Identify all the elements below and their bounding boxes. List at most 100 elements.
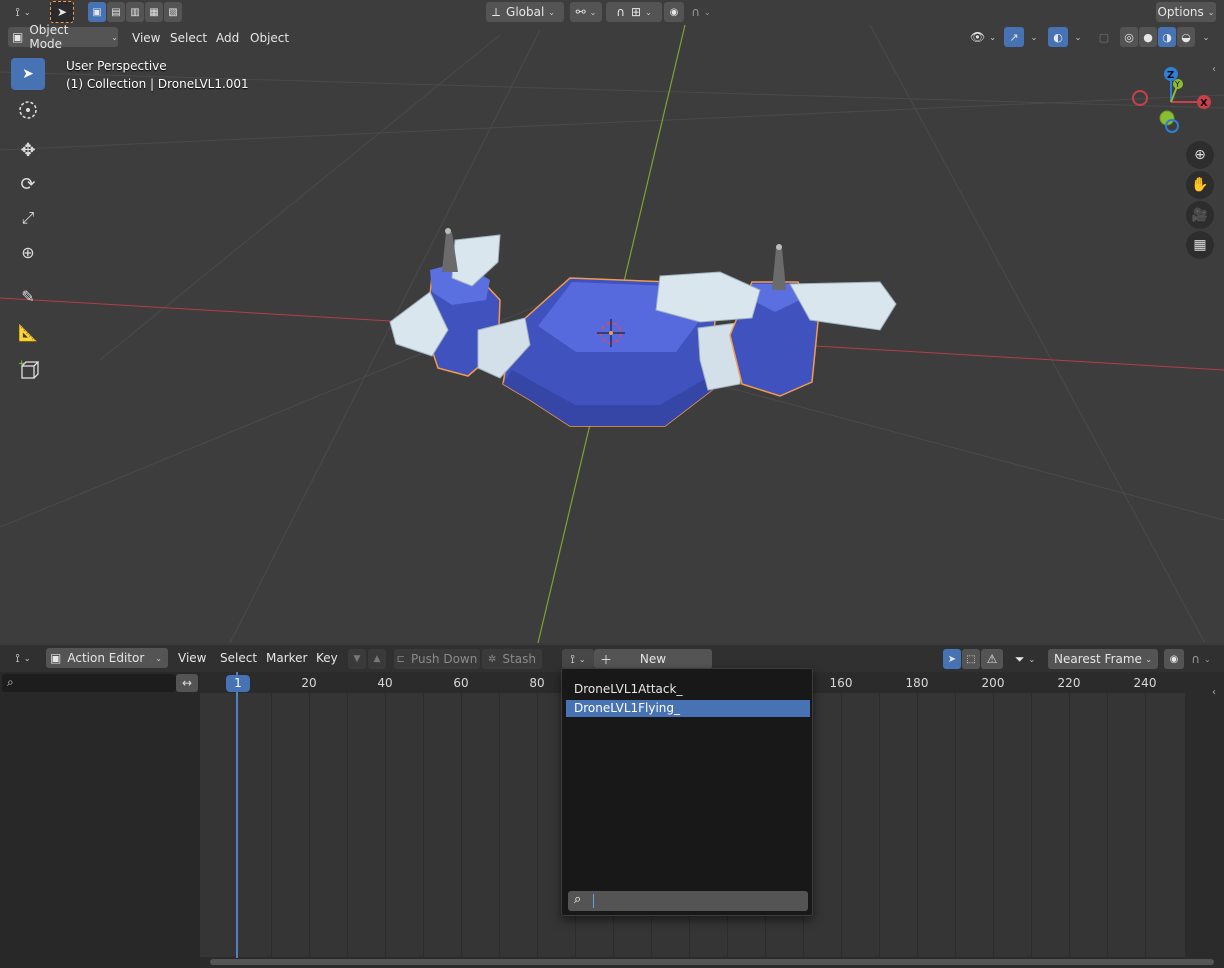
shading-wireframe-button[interactable]: ◎ [1120,27,1138,47]
select-mode-subtract-button[interactable]: ▥ [126,2,144,22]
proportional-edit-toggle[interactable]: ◉ [1164,649,1184,669]
gizmo-dropdown[interactable]: ⌄ [1024,27,1040,47]
active-object-label: (1) Collection | DroneLVL1.001 [66,77,249,91]
browse-action-button[interactable]: ⟟ ⌄ [562,649,594,669]
add-cube-tool[interactable]: + [11,354,45,386]
transform-icon: ⊕ [21,242,35,262]
current-frame-badge[interactable]: 1 [226,675,250,692]
stash-button[interactable]: ✲ Stash [482,649,542,669]
editor-type-button[interactable]: ⟟ ⌄ [6,2,40,22]
menu-view[interactable]: View [172,648,212,668]
proportional-edit-toggle[interactable]: ◉ [664,2,684,22]
search-icon: ⌕ [574,892,582,907]
measure-tool[interactable]: 📐 [11,316,45,348]
hand-icon: ✋ [1191,177,1209,193]
transform-tool[interactable]: ⊕ [11,236,45,268]
grid-icon: ▦ [1193,237,1207,253]
cursor-tool[interactable] [11,94,45,126]
select-new-icon: ▣ [92,6,102,18]
select-box-tool[interactable]: ➤ [11,58,45,90]
falloff-dropdown[interactable]: ∩ ⌄ [1186,649,1216,669]
channel-search-field[interactable]: ⌕ [2,674,176,692]
scale-icon: ⤢ [21,208,35,227]
options-dropdown[interactable]: Options ⌄ [1156,2,1216,22]
shading-material-button[interactable]: ◑ [1158,27,1176,47]
action-search-input[interactable]: ⌕ [568,891,808,911]
filters-dropdown[interactable]: ⏷ ⌄ [1008,649,1042,669]
chevron-down-icon: ⌄ [1074,32,1082,42]
stash-label: Stash [502,652,536,666]
layer-up-button[interactable]: ▲ [368,649,386,669]
ruler-tick: 20 [301,676,317,690]
action-list-item[interactable]: DroneLVL1Attack_ [566,681,810,698]
viewport-header: ⟟ ⌄ ➤ ▣ ▤ ▥ ▦ ▧ ⟂ Global ⌄ ⚯ ⌄ ∩ ⊞ ⌄ ◉ ∩ ⌄ Op… [0,0,1224,24]
xray-toggle[interactable]: ▢ [1094,27,1114,47]
sidebar-toggle-icon[interactable]: ‹ [1212,64,1216,75]
camera-view-button[interactable]: 🎥 [1186,201,1214,229]
ruler-tick: 200 [981,676,1005,690]
ruler-tick: 160 [829,676,853,690]
svg-text:+: + [18,359,26,369]
select-mode-invert-button[interactable]: ▦ [145,2,163,22]
layer-down-button[interactable]: ▼ [348,649,366,669]
select-subtract-icon: ▥ [130,6,140,18]
snap-dropdown[interactable]: ∩ ⊞ ⌄ [606,2,662,22]
visibility-dropdown[interactable]: 👁 ⌄ [966,27,1000,47]
menu-select[interactable]: Select [164,28,213,48]
menu-add[interactable]: Add [210,28,245,48]
horizontal-scrollbar[interactable] [210,959,1214,965]
overlays-dropdown[interactable]: ⌄ [1068,27,1084,47]
scale-tool[interactable]: ⤢ [11,202,45,234]
gizmo-toggle[interactable]: ↗ [1004,27,1024,47]
plus-icon: ＋ [600,652,613,667]
swap-channel-button[interactable]: ↔ [176,674,198,692]
overlays-toggle[interactable]: ◐ [1048,27,1068,47]
menu-key[interactable]: Key [310,648,344,668]
select-tool-button[interactable]: ➤ [50,1,74,23]
shading-rendered-button[interactable]: ◒ [1177,27,1195,47]
push-down-icon: ⊏ [396,653,406,665]
select-mode-intersect-button[interactable]: ▧ [164,2,182,22]
editor-type-icon: ⟟ [15,4,20,19]
rotate-tool[interactable]: ⟳ [11,168,45,200]
editor-type-button[interactable]: ⟟ ⌄ [6,648,40,668]
hidden-icon: ⬚ [966,653,976,665]
move-tool[interactable]: ✥ [11,134,45,166]
only-errors-toggle[interactable]: ⚠ [981,649,1003,669]
annotate-tool[interactable]: ✎ [11,280,45,312]
menu-marker[interactable]: Marker [260,648,313,668]
chevron-down-icon: ⌄ [1202,32,1210,42]
playhead[interactable] [236,672,238,958]
proportional-edit-icon: ◉ [669,6,679,18]
navigation-gizmo[interactable]: Z Y X [1126,62,1216,138]
ruler-tick: 40 [377,676,393,690]
action-list-item-selected[interactable]: DroneLVL1Flying_ [566,700,810,717]
new-action-button[interactable]: ＋ New [594,649,712,669]
3d-viewport[interactable]: ⟟ ⌄ ➤ ▣ ▤ ▥ ▦ ▧ ⟂ Global ⌄ ⚯ ⌄ ∩ ⊞ ⌄ ◉ ∩ ⌄ Op… [0,0,1224,643]
channel-region[interactable]: ⌕ ↔ [0,672,200,968]
select-mode-new-button[interactable]: ▣ [88,2,106,22]
push-down-button[interactable]: ⊏ Push Down [394,649,480,669]
action-editor-icon: ▣ [50,651,62,665]
dopesheet-icon: ⟟ [15,650,20,665]
snapping-dropdown[interactable]: Nearest Frame ⌄ [1048,649,1158,669]
show-hidden-toggle[interactable]: ⬚ [962,649,980,669]
shading-dropdown[interactable]: ⌄ [1196,27,1212,47]
menu-select[interactable]: Select [214,648,263,668]
gizmo-y-label: Y [1174,80,1180,89]
sidebar-toggle-icon[interactable]: ‹ [1212,687,1216,698]
menu-view[interactable]: View [126,28,166,48]
pivot-point-dropdown[interactable]: ⚯ ⌄ [570,2,602,22]
menu-object[interactable]: Object [244,28,295,48]
falloff-dropdown[interactable]: ∩ ⌄ [686,2,716,22]
object-mode-dropdown[interactable]: ▣ Object Mode ⌄ [8,23,118,51]
only-selected-toggle[interactable]: ➤ [943,649,961,669]
transform-orientation-dropdown[interactable]: ⟂ Global ⌄ [486,2,564,22]
zoom-view-button[interactable]: ⊕ [1186,141,1214,169]
editor-mode-dropdown[interactable]: ▣ Action Editor ⌄ [46,648,168,668]
pan-view-button[interactable]: ✋ [1186,171,1214,199]
select-mode-extend-button[interactable]: ▤ [107,2,125,22]
shading-solid-button[interactable]: ● [1139,27,1157,47]
ortho-toggle-button[interactable]: ▦ [1186,231,1214,259]
scene-canvas[interactable] [0,0,1224,643]
